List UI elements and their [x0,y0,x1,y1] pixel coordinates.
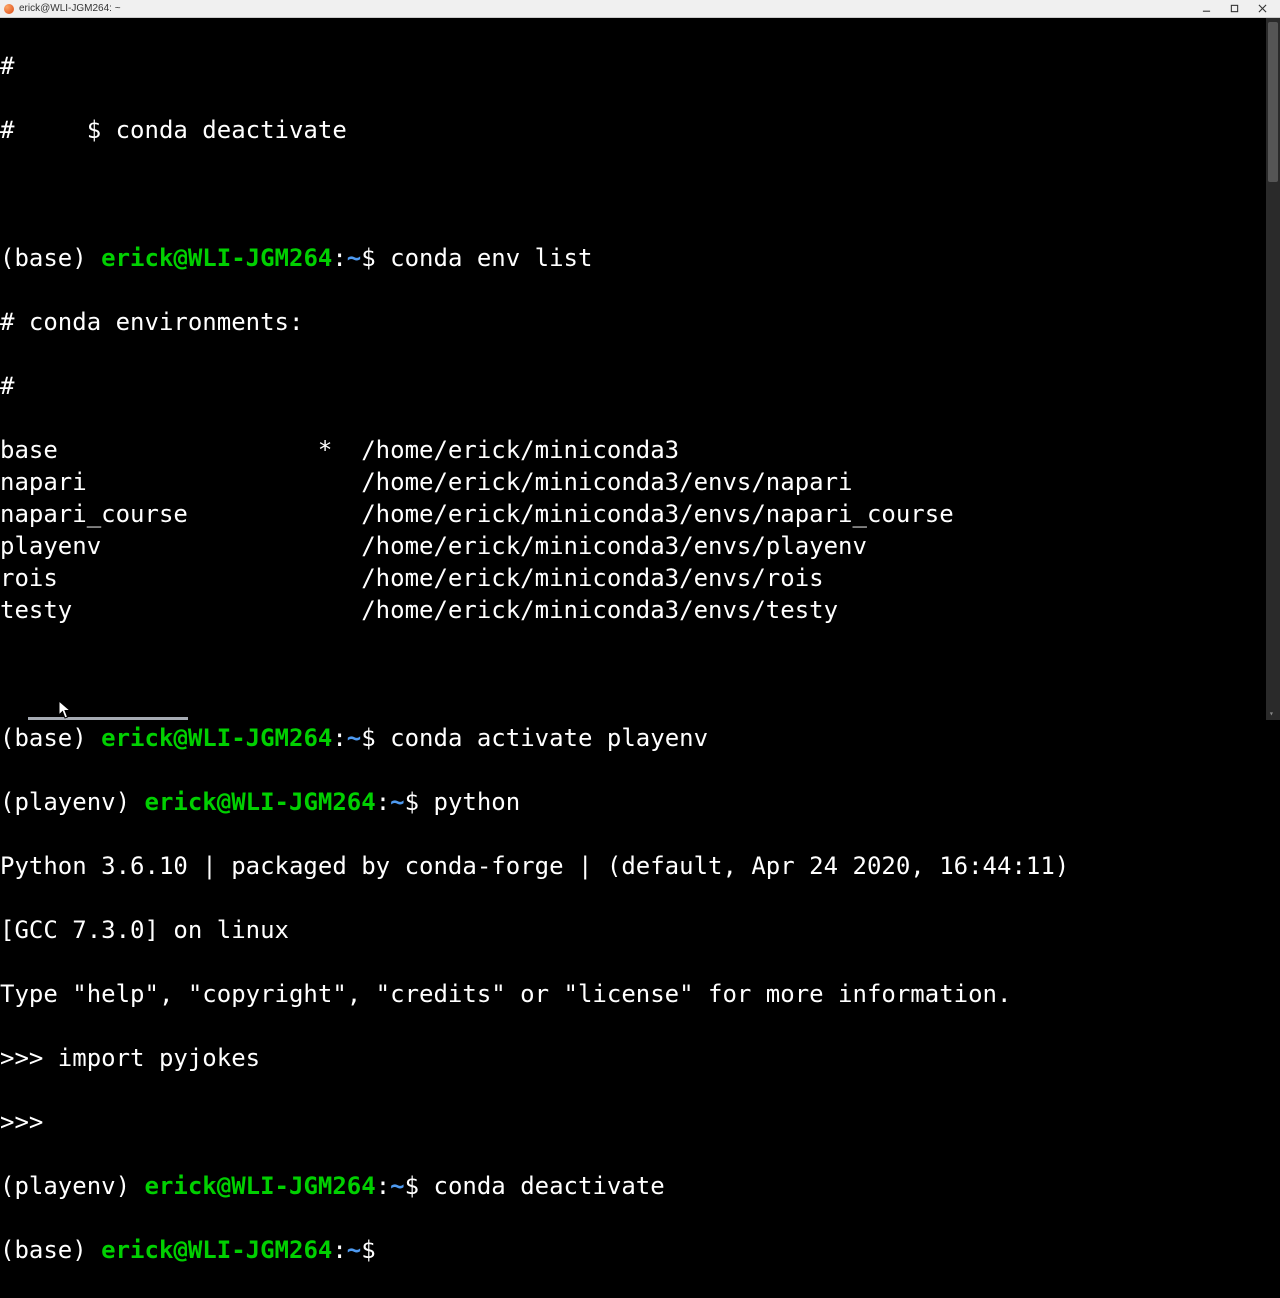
command-text: conda env list [390,244,592,272]
terminal-scrollbar[interactable]: ▾ [1266,18,1280,720]
output-line: # [0,50,1280,82]
env-row: base * /home/erick/miniconda3 [0,434,1280,466]
scrollbar-thumb[interactable] [1268,22,1278,182]
maximize-button[interactable] [1220,0,1248,18]
window-titlebar: erick@WLI-JGM264: ~ [0,0,1280,18]
command-text: python [434,788,521,816]
command-text: conda activate playenv [390,724,708,752]
ubuntu-icon [4,4,14,14]
python-statement: import pyjokes [58,1044,260,1072]
scrollbar-down-arrow[interactable]: ▾ [1269,709,1274,718]
minimize-button[interactable] [1192,0,1220,18]
output-line: [GCC 7.3.0] on linux [0,914,1280,946]
output-line: # conda environments: [0,306,1280,338]
window-title: erick@WLI-JGM264: ~ [19,3,121,14]
env-row: napari /home/erick/miniconda3/envs/napar… [0,466,1280,498]
blank-line [0,658,1280,690]
env-row: playenv /home/erick/miniconda3/envs/play… [0,530,1280,562]
prompt-line: (playenv) erick@WLI-JGM264:~$ conda deac… [0,1170,1280,1202]
python-repl-line: >>> import pyjokes [0,1042,1280,1074]
terminal-viewport[interactable]: # # $ conda deactivate (base) erick@WLI-… [0,18,1280,720]
output-line: Type "help", "copyright", "credits" or "… [0,978,1280,1010]
python-repl-line: >>> [0,1106,1280,1138]
env-row: rois /home/erick/miniconda3/envs/rois [0,562,1280,594]
prompt-line-current[interactable]: (base) erick@WLI-JGM264:~$ [0,1234,1280,1266]
command-text: conda deactivate [434,1172,665,1200]
env-row: testy /home/erick/miniconda3/envs/testy [0,594,1280,626]
output-line: # $ conda deactivate [0,114,1280,146]
blank-line [0,178,1280,210]
env-row: napari_course /home/erick/miniconda3/env… [0,498,1280,530]
close-button[interactable] [1248,0,1276,18]
prompt-line: (base) erick@WLI-JGM264:~$ conda activat… [0,722,1280,754]
output-line: Python 3.6.10 | packaged by conda-forge … [0,850,1280,882]
prompt-line: (playenv) erick@WLI-JGM264:~$ python [0,786,1280,818]
prompt-line: (base) erick@WLI-JGM264:~$ conda env lis… [0,242,1280,274]
output-line: # [0,370,1280,402]
